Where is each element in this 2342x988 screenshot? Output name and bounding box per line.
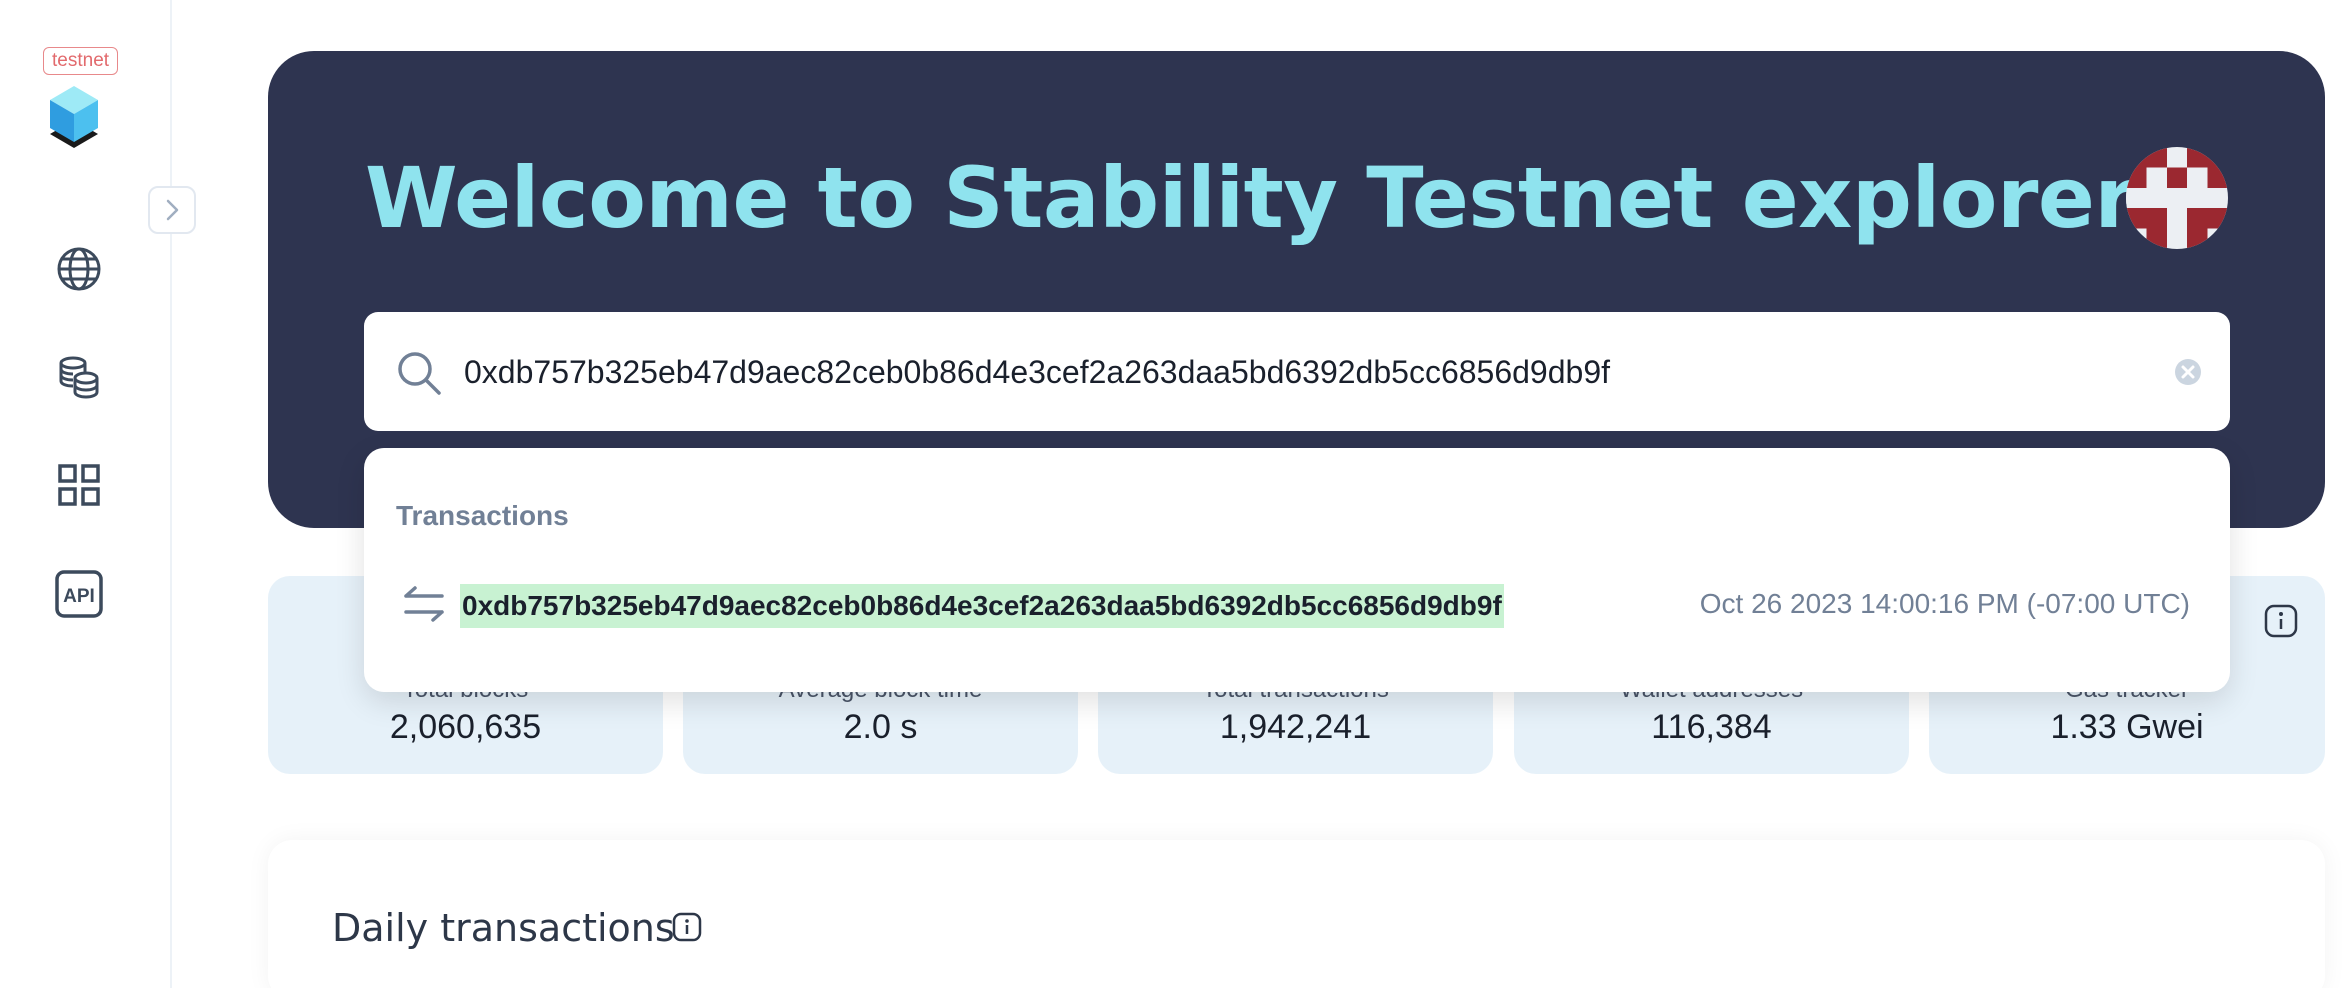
api-label: API [63, 586, 95, 607]
gas-info-icon[interactable] [2264, 604, 2298, 638]
transaction-arrows-icon [404, 586, 444, 622]
search-icon [398, 352, 441, 395]
search-bar[interactable] [364, 312, 2230, 431]
user-avatar[interactable] [2126, 147, 2228, 249]
sidebar: testnet API [0, 0, 172, 988]
results-section-title: Transactions [396, 500, 569, 531]
search-input[interactable] [464, 342, 2144, 402]
globe-icon[interactable] [52, 242, 106, 296]
logo-cube-icon[interactable] [44, 82, 104, 148]
daily-transactions-card: Daily transactions [268, 840, 2325, 988]
stat-value: 1.33 Gwei [2050, 708, 2204, 746]
apps-grid-icon[interactable] [52, 458, 106, 512]
page-title: Welcome to Stability Testnet explorer [365, 149, 2136, 247]
stat-value: 2.0 s [843, 708, 918, 746]
result-tx-hash[interactable]: 0xdb757b325eb47d9aec82ceb0b86d4e3cef2a26… [460, 584, 1504, 628]
stat-value: 116,384 [1651, 708, 1772, 746]
stat-value: 1,942,241 [1219, 708, 1372, 746]
clear-search-icon[interactable] [2174, 358, 2202, 386]
network-tag: testnet [43, 47, 119, 75]
api-icon[interactable]: API [52, 567, 106, 621]
result-timestamp: Oct 26 2023 14:00:16 PM (-07:00 UTC) [1699, 588, 2190, 619]
search-results-dropdown: Transactions 0xdb757b325eb47d9aec82ceb0b… [364, 448, 2230, 692]
daily-transactions-title: Daily transactions [332, 906, 675, 950]
chevron-right-icon [166, 199, 179, 221]
stat-value: 2,060,635 [389, 708, 542, 746]
coins-icon[interactable] [52, 350, 106, 404]
sidebar-collapse-button[interactable] [148, 186, 196, 234]
daily-info-icon[interactable] [672, 912, 702, 942]
